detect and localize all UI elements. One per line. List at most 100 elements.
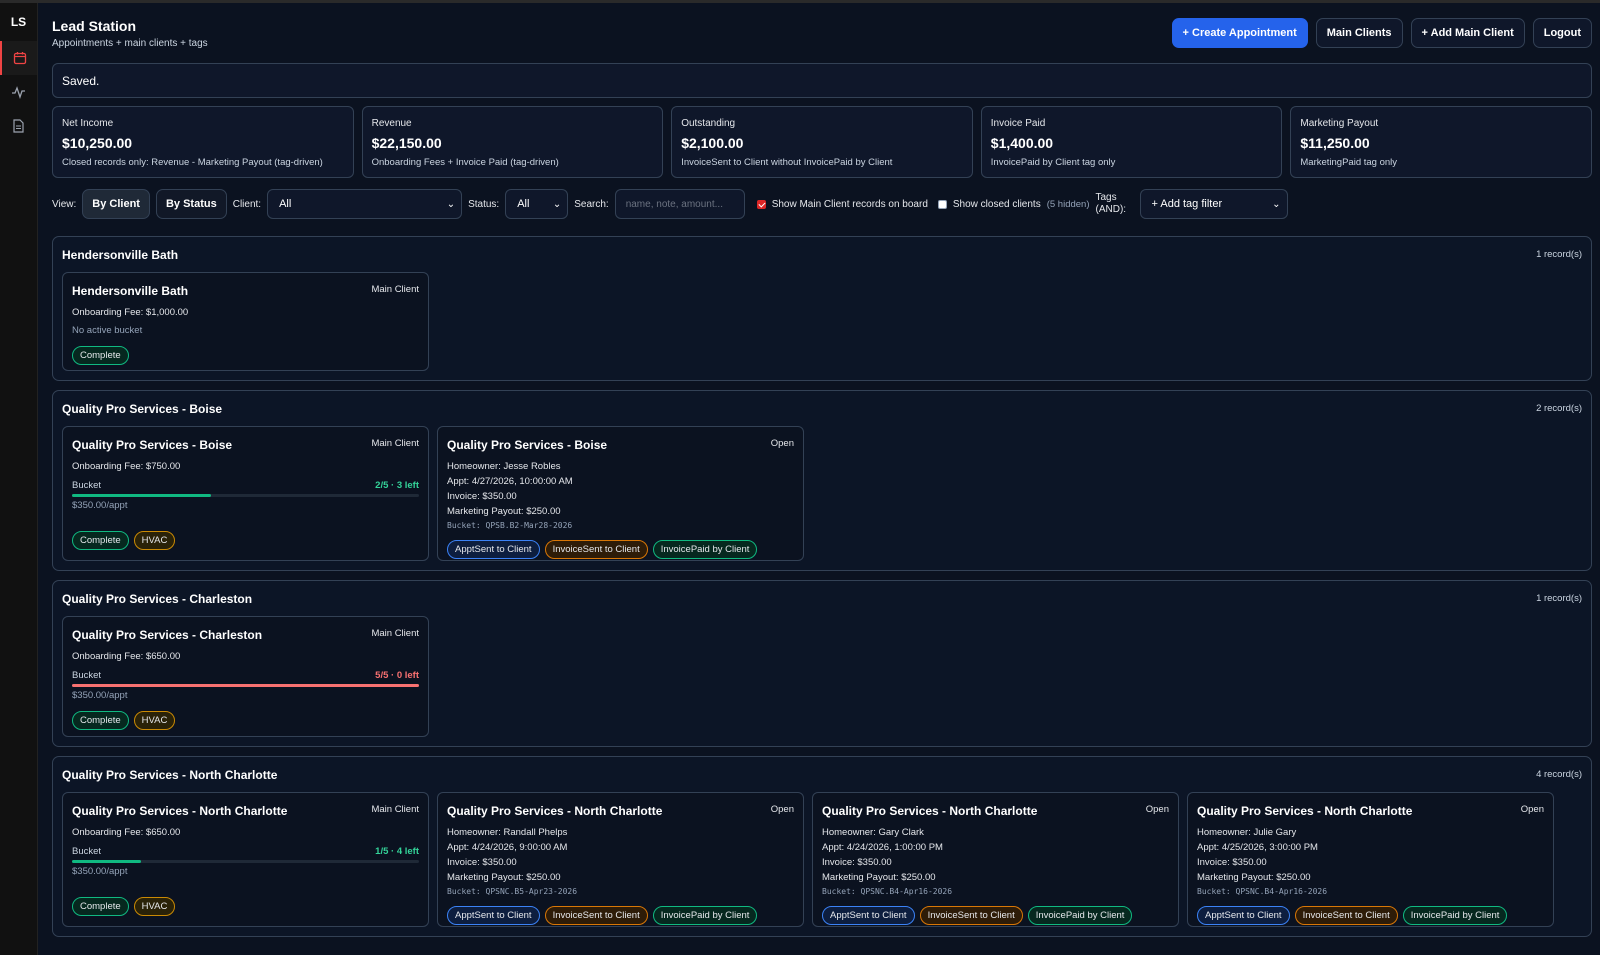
- calendar-icon: [13, 52, 26, 65]
- record-card[interactable]: Quality Pro Services - North Charlotte O…: [812, 792, 1179, 927]
- document-icon: [13, 119, 24, 133]
- tag-filter-select[interactable]: + Add tag filter ⌄: [1139, 189, 1288, 219]
- tag-appt-sent[interactable]: ApptSent to Client: [447, 540, 540, 559]
- tag-hvac[interactable]: HVAC: [133, 897, 176, 916]
- stat-label: Revenue: [371, 118, 412, 129]
- bucket-progress: [72, 684, 419, 687]
- invoice: Invoice: $350.00: [447, 857, 517, 868]
- onboarding-fee: Onboarding Fee: $1,000.00: [72, 307, 189, 318]
- view-by-status-button[interactable]: By Status: [155, 189, 227, 219]
- rate: $350.00/appt: [72, 866, 128, 877]
- rate: $350.00/appt: [72, 690, 128, 701]
- tag-complete[interactable]: Complete: [72, 346, 129, 365]
- tag-invoice-sent[interactable]: InvoiceSent to Client: [544, 540, 648, 559]
- bucket-id: Bucket: QPSNC.B5-Apr23-2026: [447, 887, 578, 896]
- card-title: Hendersonville Bath: [72, 284, 189, 298]
- show-closed-label: Show closed clients: [952, 198, 1041, 210]
- bucket-count: 2/5 · 3 left: [375, 480, 419, 491]
- card-type: Main Client: [371, 804, 419, 815]
- client-select[interactable]: All ⌄: [267, 189, 463, 219]
- tag-invoice-paid[interactable]: InvoicePaid by Client: [1402, 906, 1508, 925]
- bucket-progress-fill: [72, 494, 211, 497]
- tag-appt-sent[interactable]: ApptSent to Client: [1197, 906, 1290, 925]
- stat-value: $1,400.00: [990, 135, 1054, 151]
- chevron-down-icon: ⌄: [552, 198, 562, 210]
- stat-note: Onboarding Fees + Invoice Paid (tag-driv…: [371, 157, 559, 168]
- appointment: Appt: 4/24/2026, 9:00:00 AM: [447, 842, 568, 853]
- nav-activity[interactable]: [0, 75, 37, 109]
- invoice: Invoice: $350.00: [1197, 857, 1267, 868]
- show-main-checkbox[interactable]: [756, 199, 766, 209]
- bucket-label: Bucket: [72, 670, 102, 681]
- stat-revenue: Revenue $22,150.00 Onboarding Fees + Inv…: [361, 106, 664, 178]
- marketing-payout: Marketing Payout: $250.00: [822, 872, 936, 883]
- main-client-card[interactable]: Quality Pro Services - Charleston Main C…: [62, 616, 429, 737]
- tag-invoice-paid[interactable]: InvoicePaid by Client: [652, 906, 758, 925]
- tag-invoice-sent[interactable]: InvoiceSent to Client: [919, 906, 1023, 925]
- tags-label: Tags (AND):: [1095, 192, 1127, 215]
- show-closed-checkbox[interactable]: [937, 199, 947, 209]
- card-type: Main Client: [371, 438, 419, 449]
- logout-button[interactable]: Logout: [1532, 18, 1592, 48]
- bucket-id: Bucket: QPSNC.B4-Apr16-2026: [1197, 887, 1328, 896]
- activity-icon: [12, 86, 25, 99]
- search-input[interactable]: name, note, amount...: [614, 189, 745, 219]
- main-client-card[interactable]: Hendersonville Bath Main Client Onboardi…: [62, 272, 429, 371]
- tag-invoice-paid[interactable]: InvoicePaid by Client: [652, 540, 758, 559]
- stat-note: InvoiceSent to Client without InvoicePai…: [681, 157, 893, 168]
- bucket-id: Bucket: QPSNC.B4-Apr16-2026: [822, 887, 953, 896]
- main-content: Lead Station Appointments + main clients…: [38, 3, 1600, 955]
- card-type: Open: [1145, 804, 1169, 815]
- chevron-down-icon: ⌄: [446, 198, 456, 210]
- chevron-down-icon: ⌄: [1272, 198, 1281, 210]
- stat-note: MarketingPaid tag only: [1300, 157, 1398, 168]
- stat-label: Outstanding: [681, 118, 736, 129]
- record-card[interactable]: Quality Pro Services - North Charlotte O…: [1187, 792, 1554, 927]
- stat-invoice-paid: Invoice Paid $1,400.00 InvoicePaid by Cl…: [980, 106, 1283, 178]
- tag-complete[interactable]: Complete: [72, 531, 129, 550]
- show-main-label: Show Main Client records on board: [771, 198, 928, 210]
- appointment: Appt: 4/27/2026, 10:00:00 AM: [447, 476, 573, 487]
- group-name: Quality Pro Services - Boise: [62, 401, 223, 416]
- view-by-client-button[interactable]: By Client: [82, 189, 150, 219]
- create-appointment-button[interactable]: + Create Appointment: [1171, 18, 1308, 48]
- tag-hvac[interactable]: HVAC: [133, 531, 176, 550]
- invoice: Invoice: $350.00: [447, 491, 517, 502]
- status-select[interactable]: All ⌄: [505, 189, 569, 219]
- invoice: Invoice: $350.00: [822, 857, 892, 868]
- status-message: Saved.: [52, 63, 1592, 98]
- card-title: Quality Pro Services - Boise: [72, 438, 233, 452]
- main-client-card[interactable]: Quality Pro Services - Boise Main Client…: [62, 426, 429, 561]
- bucket-count: 5/5 · 0 left: [375, 670, 419, 681]
- status-select-value: All: [517, 198, 530, 210]
- card-title: Quality Pro Services - Charleston: [72, 628, 263, 642]
- onboarding-fee: Onboarding Fee: $750.00: [72, 461, 181, 472]
- tag-hvac[interactable]: HVAC: [133, 711, 176, 730]
- card-type: Open: [770, 804, 794, 815]
- view-label: View:: [52, 198, 77, 210]
- tag-complete[interactable]: Complete: [72, 711, 129, 730]
- stat-label: Invoice Paid: [990, 118, 1046, 129]
- tag-appt-sent[interactable]: ApptSent to Client: [447, 906, 540, 925]
- client-group: Quality Pro Services - Charleston 1 reco…: [52, 580, 1592, 747]
- tag-complete[interactable]: Complete: [72, 897, 129, 916]
- record-card[interactable]: Quality Pro Services - North Charlotte O…: [437, 792, 804, 927]
- tag-invoice-sent[interactable]: InvoiceSent to Client: [1294, 906, 1398, 925]
- nav-calendar[interactable]: [0, 41, 37, 75]
- tag-appt-sent[interactable]: ApptSent to Client: [822, 906, 915, 925]
- stat-outstanding: Outstanding $2,100.00 InvoiceSent to Cli…: [671, 106, 973, 178]
- nav-documents[interactable]: [0, 109, 37, 143]
- stat-net-income: Net Income $10,250.00 Closed records onl…: [52, 106, 354, 178]
- main-client-card[interactable]: Quality Pro Services - North Charlotte M…: [62, 792, 429, 927]
- status-label: Status:: [468, 198, 500, 210]
- record-count: 1 record(s): [1536, 593, 1582, 604]
- record-card[interactable]: Quality Pro Services - Boise Open Homeow…: [437, 426, 804, 561]
- main-clients-button[interactable]: Main Clients: [1315, 18, 1403, 48]
- add-main-client-button[interactable]: + Add Main Client: [1410, 18, 1525, 48]
- tag-invoice-paid[interactable]: InvoicePaid by Client: [1027, 906, 1133, 925]
- bucket-count: 1/5 · 4 left: [375, 846, 419, 857]
- client-group: Quality Pro Services - Boise 2 record(s)…: [52, 390, 1592, 571]
- onboarding-fee: Onboarding Fee: $650.00: [72, 651, 181, 662]
- stat-value: $10,250.00: [62, 135, 133, 151]
- tag-invoice-sent[interactable]: InvoiceSent to Client: [544, 906, 648, 925]
